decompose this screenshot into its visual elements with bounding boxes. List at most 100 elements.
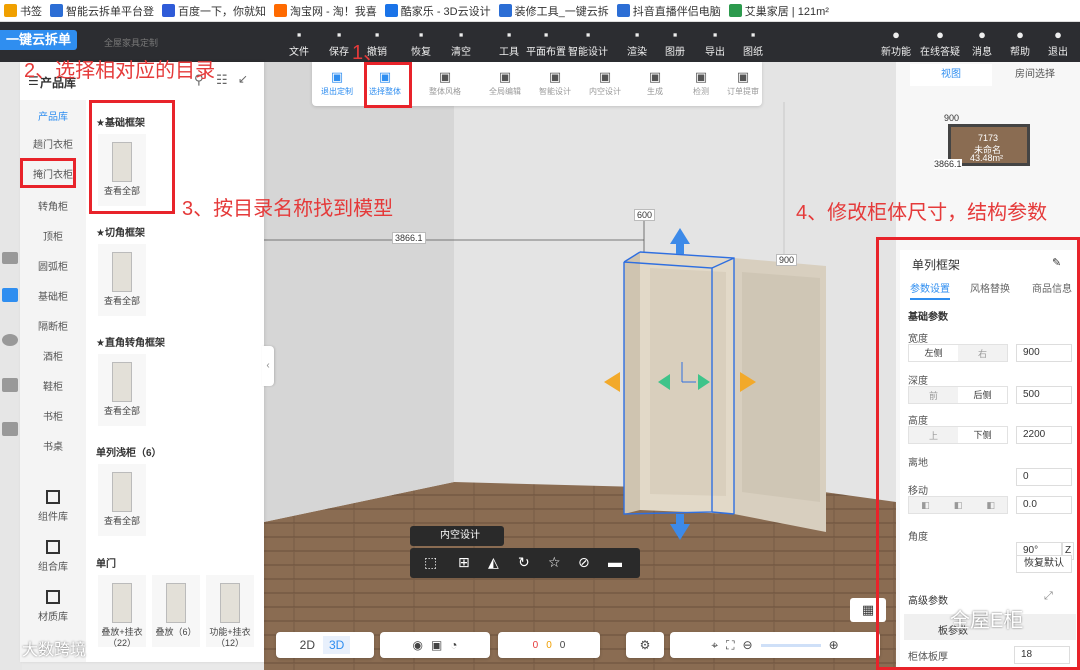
note-count[interactable]: 0: [560, 640, 566, 651]
bookmark-item[interactable]: 酷家乐 - 3D云设计: [384, 3, 491, 19]
model-card[interactable]: 查看全部: [98, 464, 146, 536]
paint-icon[interactable]: ◭: [488, 554, 499, 571]
category-item[interactable]: 产品库: [20, 108, 86, 123]
cabinet-icon[interactable]: [2, 252, 18, 264]
subtool-button[interactable]: ▣ 整体风格: [424, 68, 466, 97]
tab-room-select[interactable]: 房间选择: [994, 64, 1076, 86]
fit-view-icon[interactable]: ⛶: [726, 638, 734, 653]
custom-icon[interactable]: [2, 288, 18, 302]
app-logo[interactable]: 一键云拆单: [0, 30, 78, 50]
subtool-button[interactable]: ▣ 全局编辑: [484, 68, 526, 97]
zoom-in-icon[interactable]: ⊕: [829, 638, 839, 652]
rotate-icon[interactable]: ↻: [518, 554, 530, 571]
category-item[interactable]: 书桌: [20, 438, 86, 453]
subtool-button[interactable]: ▣ 检测: [680, 68, 722, 97]
redo-icon: ▪: [418, 27, 424, 42]
category-item[interactable]: 圆弧柜: [20, 258, 86, 273]
lamp-icon[interactable]: [2, 334, 18, 346]
toolbar-button[interactable]: ▪ 图册: [658, 27, 692, 58]
zoom-out-icon[interactable]: ⊖: [743, 638, 753, 652]
bookmark-item[interactable]: 淘宝网 - 淘！我喜: [274, 3, 377, 19]
cube-icon[interactable]: ▣: [431, 638, 442, 652]
add-icon[interactable]: ⊞: [458, 554, 470, 571]
category-item[interactable]: 书柜: [20, 408, 86, 423]
category-item[interactable]: 隔断柜: [20, 318, 86, 333]
3d-viewport[interactable]: [264, 62, 896, 670]
toolbar-button[interactable]: ▪ 图纸: [736, 27, 770, 58]
collapse-icon[interactable]: ↙: [238, 72, 248, 86]
category-item[interactable]: 顶柜: [20, 228, 86, 243]
collapse-panel-handle[interactable]: ‹: [262, 346, 274, 386]
model-card[interactable]: 查看全部: [98, 244, 146, 316]
toolbar-button[interactable]: ▪ 保存: [322, 27, 356, 58]
toolbar-button[interactable]: ▪ 清空: [444, 27, 478, 58]
depth-dimension-label: 600: [634, 209, 656, 221]
view-mode-switch: 2D 3D: [276, 632, 374, 658]
eye-icon[interactable]: ◉: [412, 638, 422, 652]
model-card[interactable]: 查看全部: [98, 354, 146, 426]
toggle-button[interactable]: ⚙: [626, 632, 664, 658]
toolbar-button[interactable]: ▪ 平面布置: [524, 27, 568, 58]
subtool-button[interactable]: ▣ 订单提审: [722, 68, 764, 97]
category-item[interactable]: 基础柜: [20, 288, 86, 303]
toolbar-label: 导出: [705, 47, 725, 58]
library-bottom-tab[interactable]: 材质库: [20, 590, 86, 623]
bookmark-item[interactable]: 书签: [4, 3, 42, 19]
subtool-label: 智能设计: [539, 87, 571, 96]
model-card[interactable]: 叠放+挂衣（22）: [98, 575, 146, 648]
toolbar-right-button[interactable]: ● 消息: [966, 27, 998, 58]
hide-icon[interactable]: ⊘: [578, 554, 590, 571]
model-card[interactable]: 叠放（6）: [152, 575, 200, 647]
star-icon[interactable]: ☆: [548, 554, 561, 571]
library-bottom-tab[interactable]: 组合库: [20, 540, 86, 573]
library-section-title: 单门: [96, 559, 116, 570]
model-card-label: 查看全部: [103, 406, 140, 416]
width-dimension-label: 3866.1: [392, 232, 426, 244]
bookmark-item[interactable]: 装修工具_一键云拆: [498, 3, 609, 19]
toolbar-right-button[interactable]: ● 新功能: [880, 27, 912, 58]
sofa-icon[interactable]: [2, 422, 18, 436]
model-card[interactable]: 功能+挂衣（12）: [206, 575, 254, 648]
subtool-button[interactable]: ▣ 智能设计: [534, 68, 576, 97]
zoom-slider[interactable]: [760, 643, 821, 647]
bookmark-item[interactable]: 智能云拆单平台登: [50, 3, 154, 19]
inner-design-label[interactable]: 内空设计: [410, 526, 504, 546]
tab-view[interactable]: 视图: [910, 64, 992, 86]
category-item[interactable]: 趟门衣柜: [20, 136, 86, 151]
toolbar-right-label: 退出: [1048, 47, 1068, 58]
camera-settings-icon[interactable]: ⌖: [711, 638, 718, 653]
bookmark-item[interactable]: 抖音直播伴侣电脑: [616, 3, 721, 19]
select-icon[interactable]: ⬚: [424, 554, 437, 571]
left-wall: [264, 62, 454, 522]
subtool-button[interactable]: ▣ 内空设计: [584, 68, 626, 97]
mode-3d-button[interactable]: 3D: [323, 636, 351, 654]
toolbar-button[interactable]: ▪ 智能设计: [566, 27, 610, 58]
list-icon[interactable]: ☷: [216, 72, 228, 88]
toolbar-right-button[interactable]: ● 帮助: [1004, 27, 1036, 58]
category-item[interactable]: 转角柜: [20, 198, 86, 213]
toolbar-button[interactable]: ▪ 导出: [698, 27, 732, 58]
gauge-icon[interactable]: ◔: [450, 638, 457, 652]
toolbar-button[interactable]: ▪ 恢复: [404, 27, 438, 58]
bookmark-icon: [4, 4, 17, 17]
bookmark-item[interactable]: 百度一下，你就知: [162, 3, 266, 19]
subtool-icon: ▣: [548, 69, 562, 84]
category-item[interactable]: 鞋柜: [20, 378, 86, 393]
subtool-button[interactable]: ▣ 退出定制: [316, 68, 358, 97]
error-count[interactable]: 0: [533, 640, 539, 651]
category-item[interactable]: 酒柜: [20, 348, 86, 363]
bookmark-item[interactable]: 艾巢家居 | 121m²: [728, 3, 829, 19]
warning-count[interactable]: 0: [546, 640, 552, 651]
toolbar-right-button[interactable]: ● 在线答疑: [918, 27, 962, 58]
toolbar-button[interactable]: ▪ 文件: [282, 27, 316, 58]
user-icon[interactable]: [2, 378, 18, 392]
subtool-button[interactable]: ▣ 生成: [634, 68, 676, 97]
toolbar-right-button[interactable]: ● 退出: [1042, 27, 1074, 58]
toolbar-button[interactable]: ▪ 渲染: [620, 27, 654, 58]
delete-icon[interactable]: ▬: [608, 554, 622, 570]
toolbar-button[interactable]: ▪ 工具: [492, 27, 526, 58]
bookmark-label: 艾巢家居 | 121m²: [744, 5, 829, 18]
model-card-label: 叠放+挂衣（22）: [101, 627, 143, 648]
mode-2d-button[interactable]: 2D: [300, 638, 315, 652]
library-bottom-tab[interactable]: 组件库: [20, 490, 86, 523]
